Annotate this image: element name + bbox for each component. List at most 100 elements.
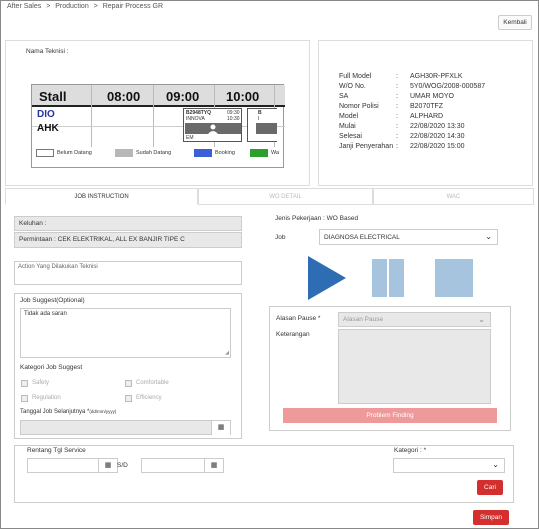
breadcrumb-separator: > (93, 3, 98, 10)
time-header-0900: 09:00 (166, 89, 200, 104)
efficiency-checkbox[interactable] (125, 395, 132, 402)
alasan-pause-select[interactable]: Alasan Pause ⌄ (338, 312, 491, 327)
alasan-pause-label: Alasan Pause * (276, 315, 321, 322)
cari-button[interactable]: Cari (477, 480, 503, 495)
chevron-down-icon: ⌄ (485, 232, 492, 241)
comfortable-checkbox[interactable] (125, 380, 132, 387)
info-value: 22/08/2020 14:30 (410, 133, 465, 140)
start-date-input[interactable]: ▦ (27, 458, 118, 473)
breadcrumb-separator: > (46, 3, 51, 10)
legend-swatch-booking (194, 149, 212, 157)
breadcrumb-item-after-sales[interactable]: After Sales (7, 3, 41, 10)
regulation-checkbox[interactable] (21, 395, 28, 402)
permintaan-field: Permintaan : CEK ELEKTRIKAL, ALL EX BANJ… (14, 232, 242, 248)
safety-label: Safety (32, 380, 50, 386)
chevron-down-icon: ⌄ (492, 460, 499, 469)
efficiency-label: Efficiency (136, 395, 162, 401)
schedule-header: Stall 08:00 09:00 10:00 (32, 85, 285, 107)
pause-icon-left[interactable] (372, 259, 387, 297)
info-value: B2070TFZ (410, 103, 444, 110)
jenis-pekerjaan: Jenis Pekerjaan : WO Based (275, 215, 359, 222)
info-value: UMAR MOYO (410, 93, 454, 100)
info-separator: : (396, 103, 398, 110)
problem-finding-button[interactable]: Problem Finding (283, 408, 497, 423)
tab-job-instruction[interactable]: JOB INSTRUCTION (5, 188, 198, 205)
legend-swatch-sudah (115, 149, 133, 157)
safety-checkbox[interactable] (21, 380, 28, 387)
nama-teknisi-label: Nama Teknisi : (26, 48, 69, 55)
job-select[interactable]: DIAGNOSA ELECTRICAL ⌄ (319, 229, 498, 245)
calendar-icon[interactable]: ▦ (204, 459, 223, 473)
job-select-value: DIAGNOSA ELECTRICAL (324, 234, 400, 241)
alasan-pause-placeholder: Alasan Pause (343, 316, 384, 323)
stop-icon[interactable] (435, 259, 473, 297)
info-separator: : (396, 123, 398, 130)
info-value: ALPHARD (410, 113, 444, 120)
grid-line (91, 85, 92, 147)
legend-swatch-belum (36, 149, 54, 157)
stall-row-ahk: AHK (37, 123, 59, 134)
tanggal-format: (dd/mm/yyyy) (89, 409, 117, 414)
resize-handle-icon[interactable]: ◢ (225, 350, 229, 356)
calendar-icon[interactable]: ▦ (211, 421, 230, 435)
breadcrumb-item-repair-process: Repair Process GR (102, 3, 164, 10)
tanggal-input[interactable]: ▦ (20, 420, 231, 435)
job-label: Job (275, 234, 286, 241)
info-separator: : (396, 133, 398, 140)
info-label: SA (339, 93, 349, 100)
info-value: 5Y0/WOG/2008-000587 (410, 83, 486, 90)
legend-belum-datang: Belum Datang (57, 150, 92, 156)
tab-wac[interactable]: WAC (373, 188, 534, 205)
legend-sudah-datang: Sudah Datang (136, 150, 172, 156)
stall-row-dio: DIO (37, 109, 55, 120)
time-header-1000: 10:00 (226, 89, 260, 104)
breadcrumb: After Sales > Production > Repair Proces… (7, 3, 166, 10)
info-value: 22/08/2020 15:00 (410, 143, 465, 150)
keterangan-textarea[interactable] (338, 329, 491, 404)
play-icon[interactable] (308, 256, 348, 300)
simpan-button[interactable]: Simpan (473, 510, 509, 525)
end-date-input[interactable]: ▦ (141, 458, 224, 473)
booking-end: 10:30 (227, 116, 240, 122)
info-separator: : (396, 73, 398, 80)
info-label: Mulai (339, 123, 356, 130)
info-separator: : (396, 113, 398, 120)
pause-icon-right[interactable] (389, 259, 404, 297)
breadcrumb-item-production[interactable]: Production (55, 3, 88, 10)
booking-card-partial[interactable]: B I (247, 108, 277, 142)
info-label: Full Model (339, 73, 372, 80)
keluhan-field: Keluhan : (14, 216, 242, 231)
stall-header: Stall (39, 89, 67, 104)
calendar-icon[interactable]: ▦ (98, 459, 117, 473)
kembali-button[interactable]: Kembali (498, 15, 532, 30)
info-label: W/O No. (339, 83, 366, 90)
info-separator: : (396, 93, 398, 100)
comfortable-label: Comfortable (136, 380, 169, 386)
legend-booking: Booking (215, 150, 235, 156)
tab-wo-detail[interactable]: WO DETAIL (198, 188, 373, 205)
booking-card[interactable]: B2948TYQ 09:30 INNOVA 10:30 EM (183, 108, 242, 142)
job-suggest-textarea[interactable]: Tidak ada saran ◢ (20, 308, 231, 358)
legend-wait: Wa (271, 150, 280, 156)
schedule-board: Stall 08:00 09:00 10:00 DIO AHK B2948TYQ… (31, 84, 285, 168)
time-header-0800: 08:00 (107, 89, 141, 104)
regulation-label: Regulation (32, 395, 61, 401)
kategori-label: Kategori : * (394, 447, 427, 454)
info-value: AGH30R-PFXLK (410, 73, 463, 80)
job-suggest-value: Tidak ada saran (24, 311, 67, 317)
action-teknisi-textarea[interactable]: Action Yang Dilakukan Teknisi (14, 261, 242, 285)
action-teknisi-placeholder: Action Yang Dilakukan Teknisi (18, 264, 98, 270)
tanggal-label-text: Tanggal Job Selanjutnya * (20, 409, 90, 415)
tab-bar: JOB INSTRUCTION WO DETAIL WAC (5, 188, 534, 205)
booking-model: INNOVA (186, 116, 205, 122)
tanggal-label: Tanggal Job Selanjutnya *(dd/mm/yyyy) (20, 409, 116, 415)
kategori-select[interactable]: ⌄ (393, 458, 505, 473)
job-suggest-label: Job Suggest(Optional) (20, 297, 85, 304)
booking-tech: EM (186, 135, 194, 141)
keterangan-label: Keterangan (276, 331, 310, 338)
pause-panel: Alasan Pause * Alasan Pause ⌄ Keterangan… (269, 306, 511, 431)
person-icon (185, 123, 241, 134)
info-label: Model (339, 113, 359, 120)
legend-swatch-wait (250, 149, 268, 157)
info-separator: : (396, 83, 398, 90)
